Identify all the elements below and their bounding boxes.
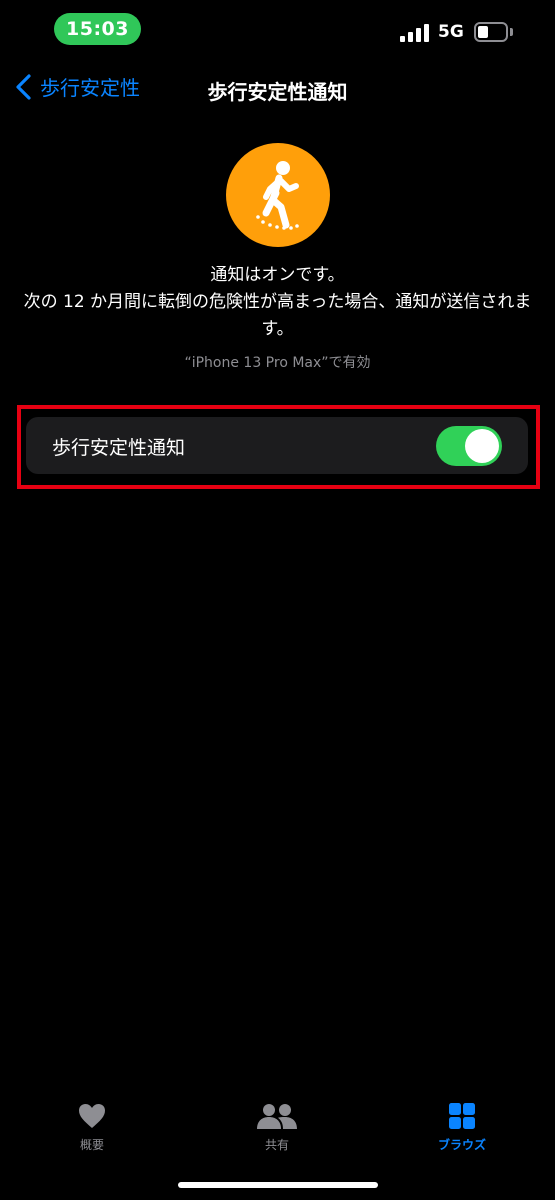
tab-browse[interactable]: ブラウズ <box>402 1102 522 1153</box>
walking-person-icon <box>226 143 330 247</box>
tab-browse-label: ブラウズ <box>437 1138 486 1152</box>
battery-icon <box>474 22 508 42</box>
status-description: 通知はオンです。 次の 12 か月間に転倒の危険性が高まった場合、通知が送信され… <box>20 262 535 343</box>
tab-share-label: 共有 <box>264 1138 289 1152</box>
status-line-2: 次の 12 か月間に転倒の危険性が高まった場合、通知が送信されます。 <box>23 292 532 339</box>
tab-share[interactable]: 共有 <box>217 1102 337 1153</box>
page-title: 歩行安定性通知 <box>0 76 555 105</box>
battery-cap <box>510 28 513 36</box>
device-note: “iPhone 13 Pro Max”で有効 <box>184 355 371 371</box>
signal-icon <box>400 24 430 42</box>
home-indicator[interactable] <box>178 1182 378 1188</box>
status-bar: 15:03 5G <box>0 0 555 60</box>
battery-fill <box>478 26 488 38</box>
setting-row: 歩行安定性通知 <box>26 417 528 474</box>
setting-label: 歩行安定性通知 <box>52 437 186 459</box>
status-line-1: 通知はオンです。 <box>210 265 345 285</box>
toggle-knob <box>465 429 499 463</box>
network-type: 5G <box>438 22 464 42</box>
heart-icon <box>79 1104 105 1128</box>
page-title-text: 歩行安定性通知 <box>207 80 348 104</box>
tab-summary-label: 概要 <box>79 1138 104 1152</box>
tab-summary[interactable]: 概要 <box>32 1102 152 1153</box>
notification-toggle[interactable] <box>436 426 502 466</box>
grid-icon <box>449 1103 475 1129</box>
status-time: 15:03 <box>54 13 141 45</box>
people-icon <box>257 1104 297 1129</box>
